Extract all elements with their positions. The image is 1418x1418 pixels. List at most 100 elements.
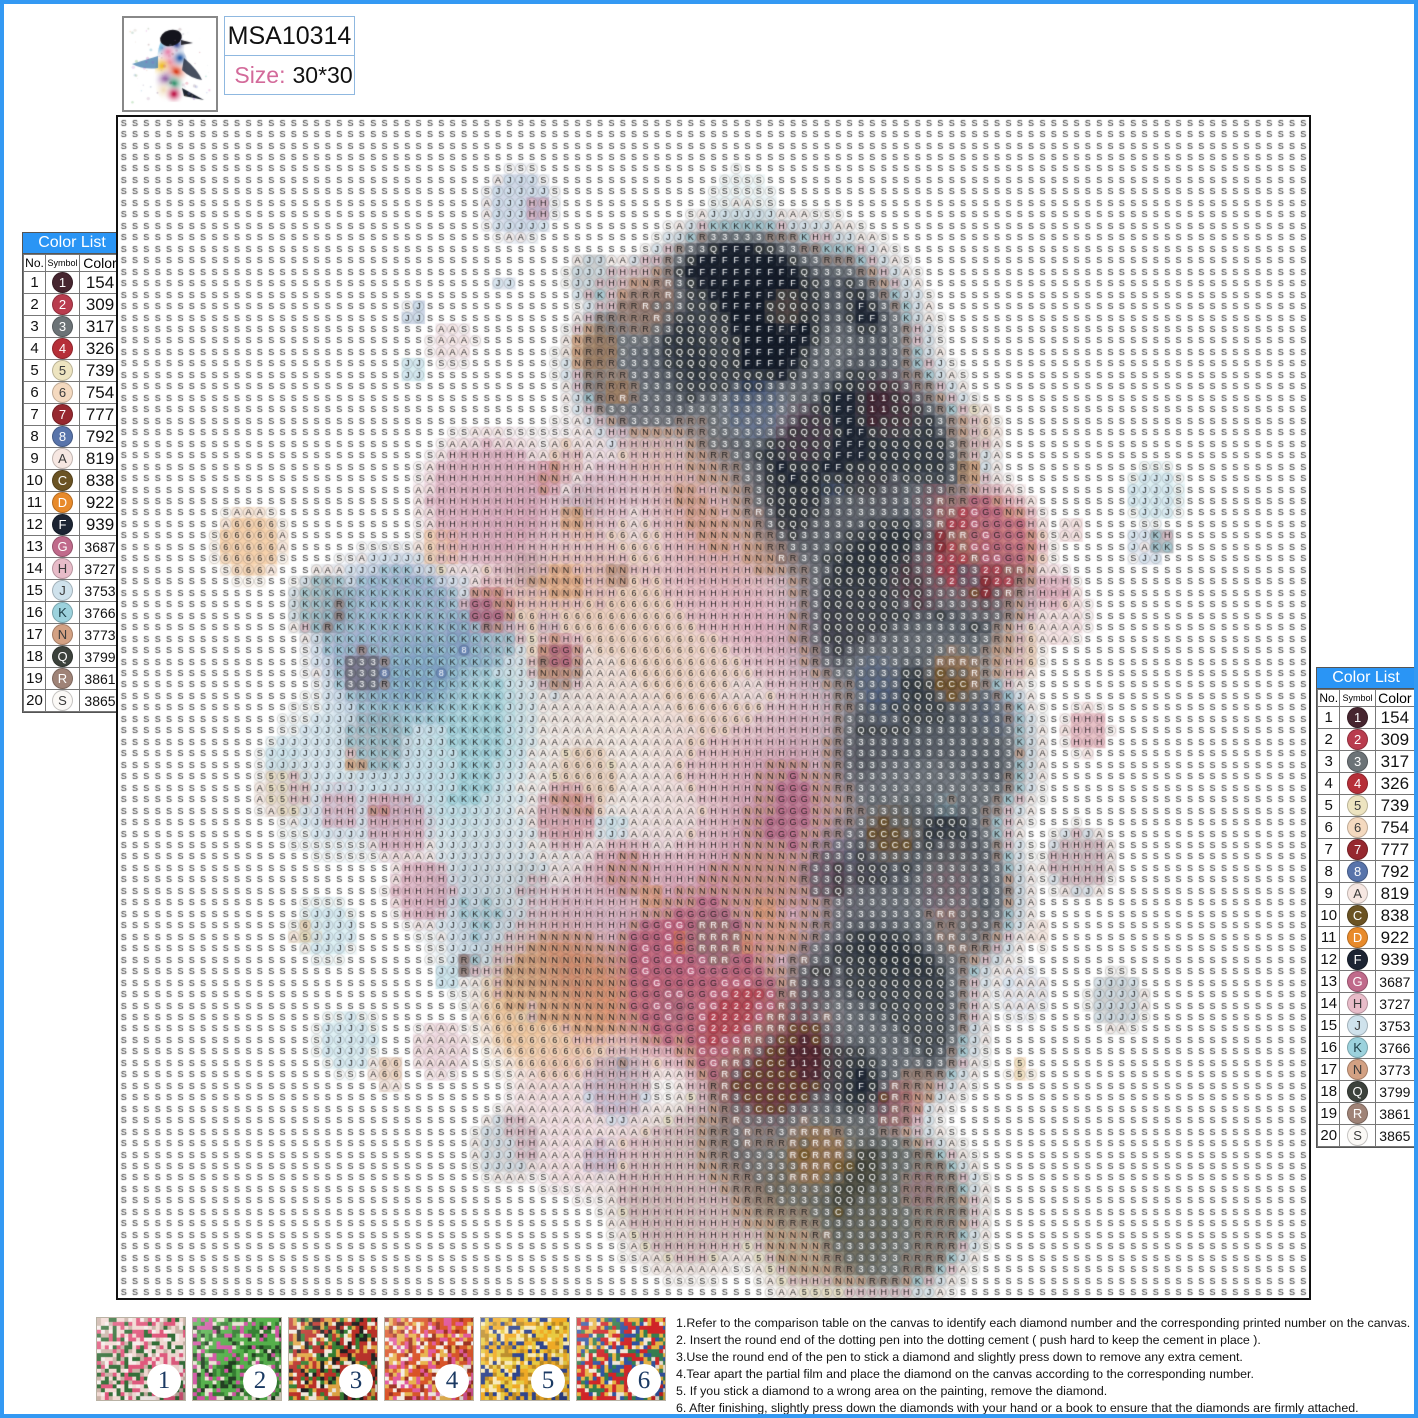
- symbol-swatch: 4: [1347, 773, 1368, 794]
- symbol-swatch-cell: N: [1340, 1059, 1375, 1081]
- row-index: 12: [24, 514, 46, 536]
- color-list-body-right: 1 1 154 2 2 309 3 3 317 4 4 326 5 5 739 6 6 754 7 7 777 8 8 792…: [1318, 707, 1415, 1147]
- step-number-badge: 4: [435, 1364, 469, 1398]
- symbol-swatch-cell: 5: [46, 360, 80, 382]
- symbol-swatch: N: [52, 624, 73, 645]
- symbol-swatch-cell: C: [1340, 905, 1375, 927]
- symbol-swatch: R: [52, 668, 73, 689]
- symbol-swatch-cell: D: [1340, 927, 1375, 949]
- dmc-color-code: 309: [1375, 729, 1414, 751]
- column-header-symbol-right: Symbol: [1340, 690, 1375, 707]
- symbol-swatch-cell: C: [46, 470, 80, 492]
- color-list-row: 20 S 3865: [24, 690, 121, 712]
- row-index: 4: [24, 338, 46, 360]
- instruction-line: 5. If you stick a diamond to a wrong are…: [676, 1383, 1416, 1400]
- symbol-swatch: J: [52, 580, 73, 601]
- row-index: 5: [1318, 795, 1340, 817]
- symbol-swatch-cell: J: [1340, 1015, 1375, 1037]
- symbol-swatch-cell: 7: [1340, 839, 1375, 861]
- pattern-code-row: MSA10314: [225, 17, 354, 56]
- dmc-color-code: 922: [1375, 927, 1414, 949]
- color-list-row: 2 2 309: [1318, 729, 1415, 751]
- symbol-swatch: 1: [1347, 707, 1368, 728]
- dmc-color-code: 939: [1375, 949, 1414, 971]
- symbol-swatch: A: [1347, 883, 1368, 904]
- dmc-color-code: 326: [80, 338, 121, 360]
- instruction-line: 1.Refer to the comparison table on the c…: [676, 1315, 1416, 1332]
- symbol-swatch: S: [52, 690, 73, 711]
- dmc-color-code: 3865: [1375, 1125, 1414, 1147]
- symbol-swatch-cell: 7: [46, 404, 80, 426]
- diamond-painting-pattern-sheet: MSA10314 Size: 30*30 Color List No. Symb…: [0, 0, 1418, 1418]
- row-index: 20: [1318, 1125, 1340, 1147]
- dmc-color-code: 792: [80, 426, 121, 448]
- dmc-color-code: 154: [1375, 707, 1414, 729]
- instruction-line: 3.Use the round end of the pen to stick …: [676, 1349, 1416, 1366]
- color-list-row: 13 G 3687: [24, 536, 121, 558]
- color-list-row: 17 N 3773: [1318, 1059, 1415, 1081]
- dmc-color-code: 3861: [80, 668, 121, 690]
- color-list-row: 14 H 3727: [1318, 993, 1415, 1015]
- symbol-swatch: 7: [1347, 839, 1368, 860]
- color-list-row: 17 N 3773: [24, 624, 121, 646]
- symbol-swatch: 3: [52, 316, 73, 337]
- symbol-swatch-cell: K: [46, 602, 80, 624]
- row-index: 1: [24, 272, 46, 294]
- row-index: 4: [1318, 773, 1340, 795]
- symbol-swatch: 3: [1347, 751, 1368, 772]
- dmc-color-code: 317: [80, 316, 121, 338]
- color-list-row: 18 Q 3799: [1318, 1081, 1415, 1103]
- dmc-color-code: 777: [80, 404, 121, 426]
- symbol-swatch: D: [52, 492, 73, 513]
- row-index: 17: [1318, 1059, 1340, 1081]
- dmc-color-code: 3861: [1375, 1103, 1414, 1125]
- symbol-swatch-cell: H: [1340, 993, 1375, 1015]
- row-index: 20: [24, 690, 46, 712]
- dmc-color-code: 3799: [1375, 1081, 1414, 1103]
- color-list-row: 4 4 326: [1318, 773, 1415, 795]
- dmc-color-code: 838: [80, 470, 121, 492]
- color-list-row: 7 7 777: [24, 404, 121, 426]
- row-index: 8: [24, 426, 46, 448]
- instruction-line: 6. After finishing, slightly press down …: [676, 1400, 1416, 1417]
- row-index: 3: [24, 316, 46, 338]
- row-index: 19: [1318, 1103, 1340, 1125]
- row-index: 8: [1318, 861, 1340, 883]
- dmc-color-code: 3753: [1375, 1015, 1414, 1037]
- symbol-swatch-cell: Q: [46, 646, 80, 668]
- dmc-color-code: 754: [80, 382, 121, 404]
- step-thumbnail-4: 4: [384, 1317, 474, 1401]
- symbol-swatch: 8: [1347, 861, 1368, 882]
- symbol-swatch: K: [1347, 1037, 1368, 1058]
- symbol-swatch: C: [1347, 905, 1368, 926]
- symbol-swatch-cell: F: [46, 514, 80, 536]
- symbol-swatch: 7: [52, 404, 73, 425]
- symbol-swatch: C: [52, 470, 73, 491]
- size-value: 30*30: [293, 62, 353, 89]
- color-list-row: 10 C 838: [1318, 905, 1415, 927]
- row-index: 10: [1318, 905, 1340, 927]
- column-header-no-right: No.: [1318, 690, 1340, 707]
- symbol-swatch: A: [52, 448, 73, 469]
- row-index: 16: [24, 602, 46, 624]
- dmc-color-code: 3687: [1375, 971, 1414, 993]
- symbol-swatch-cell: 1: [1340, 707, 1375, 729]
- color-list-title: Color List: [23, 233, 121, 254]
- row-index: 18: [1318, 1081, 1340, 1103]
- row-index: 9: [24, 448, 46, 470]
- dmc-color-code: 3753: [80, 580, 121, 602]
- dmc-color-code: 819: [1375, 883, 1414, 905]
- instruction-line: 2. Insert the round end of the dotting p…: [676, 1332, 1416, 1349]
- row-index: 19: [24, 668, 46, 690]
- color-list-row: 12 F 939: [24, 514, 121, 536]
- color-list-row: 8 8 792: [24, 426, 121, 448]
- step-thumbnail-5: 5: [480, 1317, 570, 1401]
- color-list-title-right: Color List: [1317, 668, 1415, 689]
- step-thumbnail-3: 3: [288, 1317, 378, 1401]
- dmc-color-code: 739: [80, 360, 121, 382]
- color-list-row: 15 J 3753: [24, 580, 121, 602]
- symbol-swatch: 5: [52, 360, 73, 381]
- step-number-badge: 2: [243, 1364, 277, 1398]
- symbol-swatch: K: [52, 602, 73, 623]
- dmc-color-code: 3773: [80, 624, 121, 646]
